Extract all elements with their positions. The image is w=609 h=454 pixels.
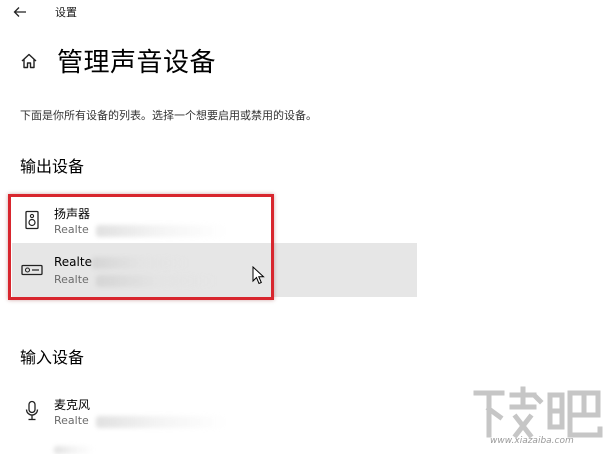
digital-output-icon <box>20 258 44 282</box>
device-name: 扬声器 <box>54 207 91 221</box>
mouse-cursor-icon <box>252 265 266 286</box>
blurred-text <box>96 225 226 237</box>
watermark-url: www.xiazaiba.com <box>490 436 574 446</box>
input-device-microphone[interactable]: 麦克风 Realte <box>12 384 417 438</box>
page-description: 下面是你所有设备的列表。选择一个想要启用或禁用的设备。 <box>20 109 317 122</box>
device-name: Realte <box>54 255 92 269</box>
input-devices-header: 输入设备 <box>20 348 85 367</box>
back-button[interactable] <box>8 2 32 22</box>
device-driver: Realte <box>54 223 89 236</box>
blurred-text <box>96 275 221 287</box>
output-device-digital-output[interactable]: Realte Realte <box>12 243 417 297</box>
microphone-icon <box>20 399 44 423</box>
window-title: 设置 <box>55 6 77 19</box>
page-title: 管理声音设备 <box>57 48 217 78</box>
output-device-speaker[interactable]: 扬声器 Realte <box>12 193 417 247</box>
output-devices-header: 输出设备 <box>20 157 85 176</box>
device-driver: Realte <box>54 273 89 286</box>
back-arrow-icon <box>13 7 26 17</box>
blurred-text <box>54 446 94 454</box>
speaker-icon <box>20 208 44 232</box>
input-device-partial[interactable] <box>12 434 417 454</box>
blurred-text <box>92 257 192 269</box>
device-driver: Realte <box>54 414 89 427</box>
device-name: 麦克风 <box>54 398 91 412</box>
home-icon[interactable] <box>18 50 40 72</box>
blurred-text <box>96 416 226 428</box>
